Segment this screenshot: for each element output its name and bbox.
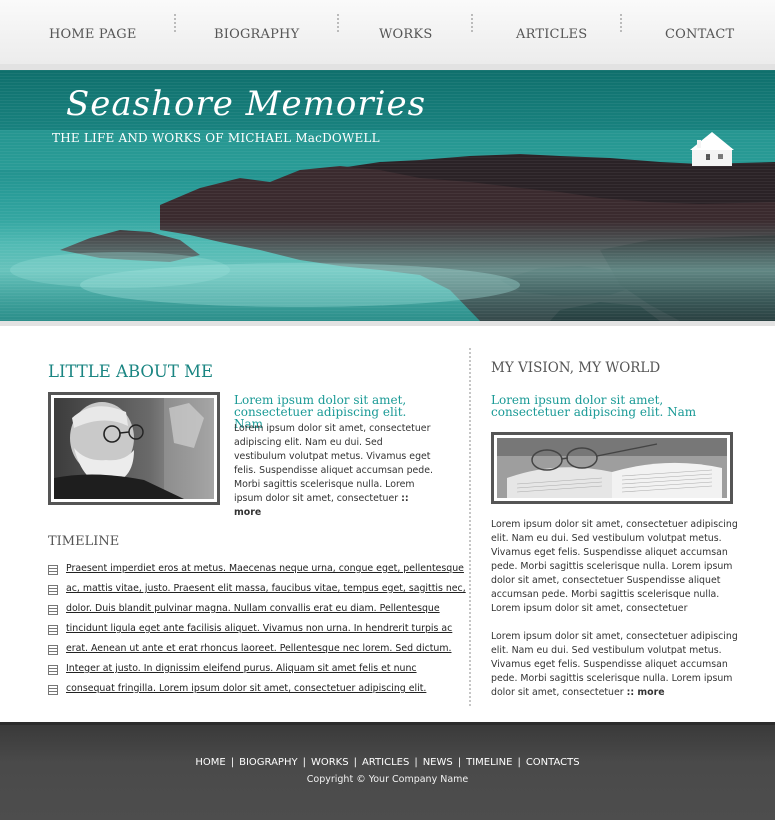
nav-separator	[337, 14, 339, 32]
nav-item-home-page[interactable]: HOME PAGE	[49, 27, 137, 42]
footer-separator: |	[414, 757, 418, 768]
timeline-link[interactable]: ac, mattis vitae, justo. Praesent elit m…	[66, 583, 466, 594]
footer-separator: |	[517, 757, 521, 768]
book-photo	[491, 432, 733, 504]
vision-paragraph-2: Lorem ipsum dolor sit amet, consectetuer…	[491, 631, 738, 698]
nav-item-biography[interactable]: BIOGRAPHY	[214, 27, 299, 42]
banner-divider	[0, 321, 775, 326]
timeline-link[interactable]: tincidunt ligula eget ante facilisis ali…	[66, 623, 452, 634]
timeline-link[interactable]: erat. Aenean ut ante et erat rhoncus lao…	[66, 643, 451, 654]
footer-link-timeline[interactable]: TIMELINE	[466, 757, 512, 768]
book-glasses-image	[497, 438, 727, 498]
copyright-text: Copyright © Your Company Name	[306, 774, 469, 785]
timeline-link[interactable]: Integer at justo. In dignissim eleifend …	[66, 663, 417, 674]
footer-link-works[interactable]: WORKS	[311, 757, 349, 768]
portrait-image	[54, 398, 214, 499]
timeline-item: Integer at justo. In dignissim eleifend …	[48, 662, 448, 682]
footer-nav: HOME | BIOGRAPHY | WORKS | ARTICLES | NEWS | TIMEL…	[0, 757, 775, 768]
header-banner: Seashore Memories THE LIFE AND WORKS OF …	[0, 70, 775, 321]
footer-link-news[interactable]: NEWS	[423, 757, 453, 768]
timeline-link[interactable]: consequat fringilla. Lorem ipsum dolor s…	[66, 683, 426, 694]
document-icon	[48, 685, 58, 695]
nav-separator	[174, 14, 176, 32]
timeline-link[interactable]: dolor. Duis blandit pulvinar magna. Null…	[66, 603, 440, 614]
footer: HOME | BIOGRAPHY | WORKS | ARTICLES | NEWS | TIMEL…	[0, 722, 775, 820]
timeline-item: ac, mattis vitae, justo. Praesent elit m…	[48, 582, 466, 602]
timeline-list: Praesent imperdiet eros at metus. Maecen…	[48, 562, 466, 702]
footer-separator: |	[230, 757, 235, 768]
nav-item-articles[interactable]: ARTICLES	[516, 27, 587, 42]
timeline-item: Praesent imperdiet eros at metus. Maecen…	[48, 562, 464, 582]
footer-link-biography[interactable]: BIOGRAPHY	[239, 757, 297, 768]
portrait-photo	[48, 392, 220, 505]
footer-separator: |	[457, 757, 462, 768]
footer-separator: |	[353, 757, 357, 768]
nav-item-contact[interactable]: CONTACT	[665, 27, 734, 42]
nav-separator	[471, 14, 473, 32]
vision-subheading: Lorem ipsum dolor sit amet, consectetuer…	[491, 393, 697, 419]
site-subtitle: THE LIFE AND WORKS OF MICHAEL MacDOWELL	[52, 131, 380, 145]
site-title: Seashore Memories	[66, 84, 427, 124]
vision-more-link[interactable]: :: more	[627, 687, 665, 698]
document-icon	[48, 645, 58, 655]
document-icon	[48, 605, 58, 615]
document-icon	[48, 625, 58, 635]
document-icon	[48, 565, 58, 575]
about-heading: LITTLE ABOUT ME	[48, 362, 214, 381]
column-divider	[469, 348, 471, 706]
timeline-item: dolor. Duis blandit pulvinar magna. Null…	[48, 602, 448, 622]
footer-link-articles[interactable]: ARTICLES	[362, 757, 409, 768]
nav-separator	[620, 14, 622, 32]
timeline-heading: TIMELINE	[48, 534, 120, 549]
vision-paragraph-2-block: Lorem ipsum dolor sit amet, consectetuer…	[491, 630, 739, 700]
vision-paragraph-1: Lorem ipsum dolor sit amet, consectetuer…	[491, 519, 738, 614]
timeline-item: consequat fringilla. Lorem ipsum dolor s…	[48, 682, 448, 702]
vision-heading: MY VISION, MY WORLD	[491, 360, 661, 376]
nav-item-works[interactable]: WORKS	[379, 27, 432, 42]
footer-link-contacts[interactable]: CONTACTS	[526, 757, 580, 768]
footer-separator: |	[302, 757, 306, 768]
timeline-link[interactable]: Praesent imperdiet eros at metus. Maecen…	[66, 563, 464, 574]
document-icon	[48, 665, 58, 675]
timeline-item: erat. Aenean ut ante et erat rhoncus lao…	[48, 642, 451, 662]
timeline-item: tincidunt ligula eget ante facilisis ali…	[48, 622, 452, 642]
about-intro-text: Lorem ipsum dolor sit amet, consectetuer…	[234, 422, 434, 520]
top-navigation: HOME PAGE BIOGRAPHY WORKS ARTICLES CONTA…	[0, 0, 775, 64]
footer-link-home[interactable]: HOME	[195, 757, 225, 768]
document-icon	[48, 585, 58, 595]
about-intro-body: Lorem ipsum dolor sit amet, consectetuer…	[234, 423, 433, 504]
